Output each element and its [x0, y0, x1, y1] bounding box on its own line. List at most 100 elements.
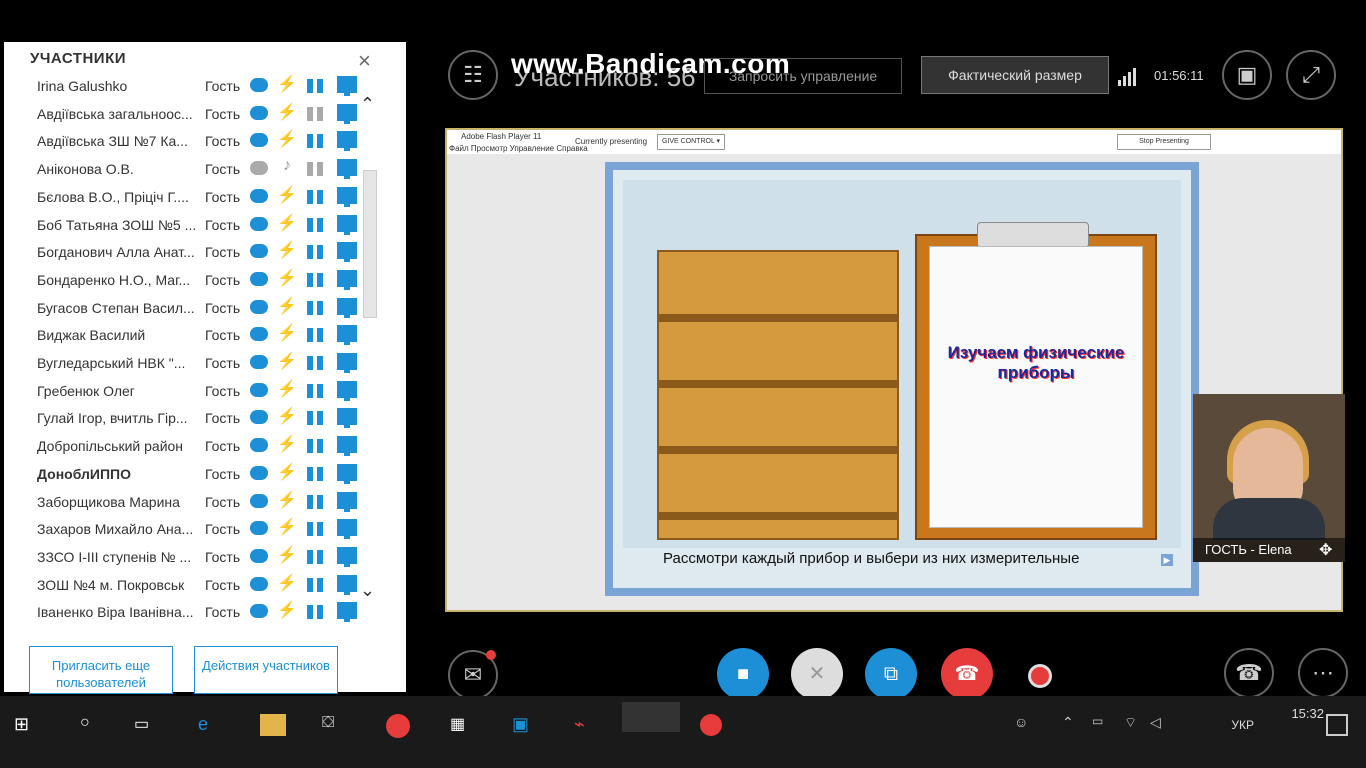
microphone-muted-icon[interactable]: ⚡: [277, 462, 297, 484]
chat-icon[interactable]: [250, 271, 268, 286]
chat-icon[interactable]: [250, 493, 268, 508]
microphone-muted-icon[interactable]: ⚡: [277, 240, 297, 262]
participant-row[interactable]: Гулай Ігор, вчитль Гір... Гость ⚡: [4, 404, 406, 432]
participant-row[interactable]: Гребенюк Олег Гость ⚡: [4, 377, 406, 405]
chat-icon[interactable]: [250, 548, 268, 563]
screen-icon[interactable]: [337, 159, 357, 180]
wifi-icon[interactable]: ⌔: [1124, 714, 1150, 736]
microphone-muted-icon[interactable]: ⚡: [277, 102, 297, 124]
pause-icon[interactable]: [307, 134, 329, 149]
pause-icon[interactable]: [307, 328, 329, 343]
participant-row[interactable]: Добропільський район Гость ⚡: [4, 432, 406, 460]
screen-icon[interactable]: [337, 408, 357, 429]
pause-icon[interactable]: [307, 605, 329, 620]
chat-icon[interactable]: [250, 299, 268, 314]
pause-icon[interactable]: [307, 466, 329, 481]
volume-icon[interactable]: ◁: [1150, 714, 1176, 736]
microphone-muted-icon[interactable]: ⚡: [277, 545, 297, 567]
microphone-muted-icon[interactable]: ✕: [791, 648, 843, 700]
chat-icon[interactable]: [250, 161, 268, 176]
microphone-muted-icon[interactable]: ⚡: [277, 129, 297, 151]
microphone-muted-icon[interactable]: ⚡: [277, 600, 297, 622]
screen-icon[interactable]: [337, 491, 357, 512]
save-icon[interactable]: ▣: [512, 714, 538, 736]
microphone-muted-icon[interactable]: ⚡: [277, 74, 297, 96]
bandicam-icon[interactable]: [700, 714, 722, 736]
participant-row[interactable]: ЗОШ №4 м. Покровськ Гость ⚡: [4, 571, 406, 599]
more-options-icon[interactable]: ⋯: [1298, 648, 1348, 698]
participants-toggle-icon[interactable]: ☷: [448, 50, 498, 100]
screen-icon[interactable]: [337, 269, 357, 290]
chat-icon[interactable]: [250, 521, 268, 536]
pause-icon[interactable]: [307, 245, 329, 260]
chat-icon[interactable]: [250, 216, 268, 231]
participant-row[interactable]: Боб Татьяна ЗОШ №5 ... Гость ⚡: [4, 211, 406, 239]
request-control-button[interactable]: Запросить управление: [704, 58, 902, 94]
pause-icon[interactable]: [307, 383, 329, 398]
microphone-muted-icon[interactable]: ⚡: [277, 406, 297, 428]
screen-icon[interactable]: [337, 131, 357, 152]
chat-icon[interactable]: [250, 188, 268, 203]
participant-row[interactable]: Заборщикова Марина Гость ⚡: [4, 488, 406, 516]
chat-icon[interactable]: [250, 576, 268, 591]
screen-icon[interactable]: [337, 103, 357, 124]
acrobat-icon[interactable]: ⌁: [574, 714, 600, 736]
record-icon[interactable]: [1028, 664, 1052, 688]
chat-icon[interactable]: [250, 355, 268, 369]
participant-row[interactable]: Авдіївська ЗШ №7 Ка... Гость ⚡: [4, 127, 406, 155]
pause-icon[interactable]: [307, 494, 329, 509]
pause-icon[interactable]: [307, 79, 329, 93]
microphone-muted-icon[interactable]: ⚡: [277, 323, 297, 345]
chevron-up-icon[interactable]: ⌃: [360, 94, 375, 115]
give-control-button[interactable]: GIVE CONTROL ▾: [657, 134, 725, 150]
microphone-muted-icon[interactable]: ⚡: [277, 517, 297, 539]
screen-icon[interactable]: [337, 574, 357, 595]
screen-icon[interactable]: [337, 242, 357, 263]
participant-row[interactable]: Вугледарський НВК "... Гость ⚡: [4, 349, 406, 377]
participant-row[interactable]: ДоноблИППО Гость ⚡: [4, 460, 406, 488]
screen-icon[interactable]: [337, 602, 357, 623]
screen-icon[interactable]: [337, 214, 357, 235]
participant-row[interactable]: Бугасов Степан Васил... Гость ⚡: [4, 294, 406, 322]
phone-icon[interactable]: ☎: [1224, 648, 1274, 698]
pause-icon[interactable]: [307, 522, 329, 537]
pause-icon[interactable]: [307, 217, 329, 232]
microphone-muted-icon[interactable]: ⚡: [277, 490, 297, 512]
pause-icon[interactable]: [307, 411, 329, 426]
edge-icon[interactable]: e: [198, 714, 224, 736]
move-icon[interactable]: ✥: [1319, 540, 1332, 560]
screen-icon[interactable]: [337, 353, 357, 373]
actual-size-button[interactable]: Фактический размер: [921, 56, 1109, 94]
chat-icon[interactable]: [250, 438, 268, 453]
participant-row[interactable]: Бондаренко Н.О., Маг... Гость ⚡: [4, 266, 406, 294]
microphone-muted-icon[interactable]: ⚡: [277, 573, 297, 595]
hang-up-icon[interactable]: ☎: [941, 648, 993, 700]
participant-row[interactable]: Irina Galushko Гость ⚡: [4, 72, 406, 100]
camera-icon[interactable]: [307, 106, 329, 121]
participant-row[interactable]: Захаров Михайло Ана... Гость ⚡: [4, 515, 406, 543]
participant-row[interactable]: ЗЗСО І-ІІІ ступенів № ... Гость ⚡: [4, 543, 406, 571]
scrollbar[interactable]: [363, 170, 377, 318]
participant-actions-button[interactable]: Действия участников: [194, 646, 338, 694]
notification-icon[interactable]: [1326, 714, 1348, 736]
screen-icon[interactable]: [337, 297, 357, 318]
screen-icon[interactable]: [337, 380, 357, 401]
screen-icon[interactable]: [337, 463, 357, 484]
screen-icon[interactable]: [337, 519, 357, 540]
share-screen-icon[interactable]: ⧉: [865, 648, 917, 700]
participant-row[interactable]: Богданович Алла Анат... Гость ⚡: [4, 238, 406, 266]
screen-icon[interactable]: [337, 436, 357, 457]
microphone-muted-icon[interactable]: ⚡: [277, 268, 297, 290]
system-clock[interactable]: 15:32: [1291, 706, 1324, 721]
microphone-muted-icon[interactable]: ⚡: [277, 296, 297, 318]
chat-icon[interactable]: [250, 327, 268, 342]
chat-icon[interactable]: [250, 78, 268, 92]
tray-expand-icon[interactable]: ⌃: [1062, 714, 1088, 736]
pause-icon[interactable]: [307, 577, 329, 592]
chat-icon[interactable]: [250, 133, 268, 148]
chrome-icon[interactable]: [386, 714, 410, 738]
microphone-muted-icon[interactable]: ⚡: [277, 351, 297, 373]
task-view-icon[interactable]: ▭: [134, 714, 160, 736]
file-explorer-icon[interactable]: [260, 714, 286, 736]
participant-row[interactable]: Бєлова В.О., Пріціч Г.... Гость ⚡: [4, 183, 406, 211]
